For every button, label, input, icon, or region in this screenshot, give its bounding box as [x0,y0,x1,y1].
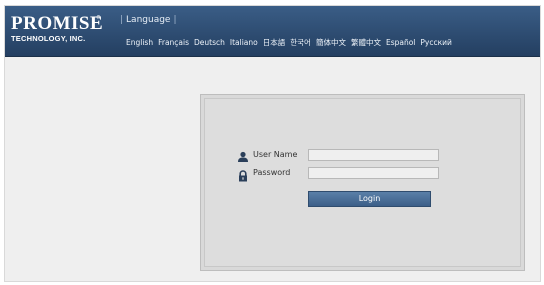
username-field[interactable] [308,149,439,161]
user-icon [237,148,249,162]
language-title: | Language | [117,14,180,26]
login-panel-inner: User Name Password Login [204,98,521,267]
app-frame: PROMISE ® TECHNOLOGY, INC. | Language | En… [4,5,541,282]
language-label: Language [126,15,171,25]
login-panel: User Name Password Login [200,94,525,271]
language-francais[interactable]: Français [158,37,189,49]
language-espanol[interactable]: Español [386,37,415,49]
separator-left: | [120,15,124,25]
language-traditional-chinese[interactable]: 繁體中文 [351,37,381,49]
language-italiano[interactable]: Italiano [230,37,258,49]
language-english[interactable]: English [126,37,153,49]
separator-right: | [173,15,177,25]
logo-sub-text: TECHNOLOGY, INC. [11,34,86,43]
header-bar: PROMISE ® TECHNOLOGY, INC. | Language | En… [5,6,540,57]
promise-logo: PROMISE ® TECHNOLOGY, INC. [11,13,104,46]
lock-icon [237,167,249,182]
logo-main-text: PROMISE [11,13,104,34]
password-label: Password [253,168,291,177]
login-button[interactable]: Login [308,191,431,207]
logo-trademark: ® [96,15,101,21]
language-list: English Français Deutsch Italiano 日本語 한국… [126,37,452,49]
language-russian[interactable]: Русский [420,37,452,49]
language-korean[interactable]: 한국어 [290,37,311,49]
password-field[interactable] [308,167,439,179]
username-label: User Name [253,150,298,159]
language-japanese[interactable]: 日本語 [263,37,286,49]
language-simplified-chinese[interactable]: 簡体中文 [316,37,346,49]
language-deutsch[interactable]: Deutsch [194,37,225,49]
